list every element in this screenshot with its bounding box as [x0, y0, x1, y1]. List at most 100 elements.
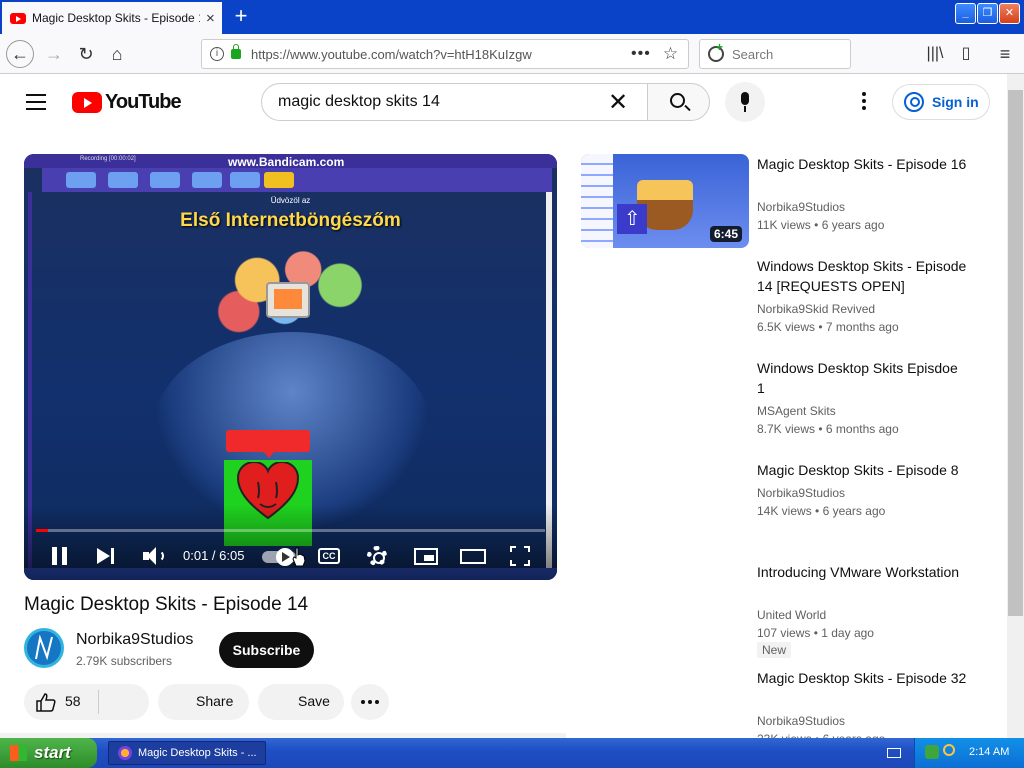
recommendation-views: 8.7K views	[757, 422, 816, 436]
recommendation-channel[interactable]: Norbika9Studios	[757, 714, 845, 728]
sidebar-icon[interactable]: ▯	[952, 40, 980, 68]
video-greeting-text: Üdvözöl az	[270, 196, 311, 205]
recommendation-age: 6 years ago	[821, 218, 885, 232]
windows-logo-icon	[10, 745, 27, 761]
thumbs-up-icon	[36, 693, 56, 712]
video-heading-text: Első Internetböngészőm	[180, 210, 401, 231]
tab-title: Magic Desktop Skits - Episode 14 -	[32, 11, 200, 25]
more-actions-button[interactable]	[351, 684, 389, 720]
recommendation-meta: 14K views • 6 years ago	[757, 504, 886, 518]
recommendation-views: 14K views	[757, 504, 812, 518]
lock-icon	[231, 44, 241, 59]
autoplay-toggle[interactable]	[262, 548, 296, 566]
up-arrow-icon	[617, 204, 647, 234]
youtube-header: YouTube magic desktop skits 14 ✕ Sign in	[0, 74, 1007, 130]
browser-tab-active[interactable]: Magic Desktop Skits - Episode 14 - ×	[2, 2, 222, 34]
video-title: Magic Desktop Skits - Episode 14	[24, 594, 309, 615]
browser-search-input[interactable]: Search	[699, 39, 851, 69]
video-player[interactable]: Recording [00:00:02] www.Bandicam.com Üd…	[24, 154, 557, 580]
search-tray-icon[interactable]	[943, 744, 955, 756]
window-minimize-button[interactable]: _	[955, 3, 976, 24]
recommendation-title[interactable]: Magic Desktop Skits - Episode 32	[757, 668, 967, 688]
home-icon[interactable]: ⌂	[103, 40, 131, 68]
like-button[interactable]: 58	[24, 684, 149, 720]
recommendation-channel[interactable]: Norbika9Skid Revived	[757, 302, 875, 316]
recommendation-channel[interactable]: MSAgent Skits	[757, 404, 836, 418]
network-icon[interactable]	[925, 745, 939, 759]
subtitles-button[interactable]: CC	[318, 548, 340, 564]
start-button[interactable]: start	[0, 738, 97, 768]
sign-in-button[interactable]: Sign in	[892, 84, 990, 120]
recommendation-meta: 107 views • 1 day ago	[757, 626, 874, 640]
page-scroll-thumb[interactable]	[1008, 90, 1023, 616]
bookmark-star-icon[interactable]: ☆	[663, 44, 678, 64]
search-button[interactable]	[647, 83, 710, 121]
search-input[interactable]: magic desktop skits 14 ✕	[261, 83, 648, 121]
window-maximize-button[interactable]: ❐	[977, 3, 998, 24]
channel-avatar[interactable]	[24, 628, 64, 668]
recommendation-title[interactable]: Windows Desktop Skits Episdoe 1	[757, 358, 967, 398]
recommendation-title[interactable]: Magic Desktop Skits - Episode 16	[757, 154, 967, 174]
tab-close-icon[interactable]: ×	[206, 10, 215, 27]
reload-icon[interactable]: ↻	[72, 40, 100, 68]
sign-in-label: Sign in	[932, 94, 979, 110]
site-info-icon[interactable]: i	[210, 47, 224, 61]
start-label: start	[34, 743, 71, 762]
recommendation-meta: 8.7K views • 6 months ago	[757, 422, 899, 436]
search-engine-icon[interactable]	[708, 40, 724, 62]
settings-gear-icon[interactable]	[366, 544, 388, 568]
recommendation-title[interactable]: Windows Desktop Skits - Episode 14 [REQU…	[757, 256, 967, 296]
recommendation-title[interactable]: Magic Desktop Skits - Episode 8	[757, 460, 967, 480]
recommendation-channel[interactable]: Norbika9Studios	[757, 486, 845, 500]
page-actions-icon[interactable]: •••	[631, 45, 651, 63]
subscribe-button[interactable]: Subscribe	[219, 632, 314, 668]
firefox-icon	[118, 746, 132, 760]
browser-tab-strip: Magic Desktop Skits - Episode 14 - × + _…	[0, 0, 1024, 34]
recommendation-channel[interactable]: United World	[757, 608, 826, 622]
recommendation-channel[interactable]: Norbika9Studios	[757, 200, 845, 214]
library-icon[interactable]: |||\	[921, 40, 949, 68]
save-button[interactable]: Save	[258, 684, 344, 720]
system-tray: 2:14 AM	[914, 738, 1024, 768]
new-badge: New	[757, 642, 792, 658]
window-close-button[interactable]: ✕	[999, 3, 1020, 24]
recommendation-age: 7 months ago	[825, 320, 899, 334]
back-arrow-icon[interactable]: ←	[6, 40, 34, 68]
recommendation-views: 6.5K views	[757, 320, 816, 334]
hamburger-menu-icon[interactable]: ≡	[991, 40, 1019, 68]
new-tab-button[interactable]: +	[230, 4, 252, 28]
search-query-text[interactable]: magic desktop skits 14	[278, 93, 608, 111]
channel-name[interactable]: Norbika9Studios	[76, 631, 193, 649]
miniplayer-button[interactable]	[414, 548, 438, 565]
microphone-icon	[741, 92, 749, 112]
thumbnail-icon-grid	[581, 154, 613, 248]
recommendation-views: 11K views	[757, 218, 811, 232]
voice-search-button[interactable]	[725, 82, 765, 122]
theater-mode-button[interactable]	[460, 549, 486, 564]
clear-search-icon[interactable]: ✕	[608, 88, 628, 117]
url-bar[interactable]: i https://www.youtube.com/watch?v=htH18K…	[201, 39, 689, 69]
volume-icon[interactable]	[142, 544, 164, 568]
fullscreen-icon[interactable]	[510, 546, 530, 566]
browser-nav-bar: ← → ↻ ⌂ i https://www.youtube.com/watch?…	[0, 34, 1024, 74]
next-video-button[interactable]	[96, 544, 116, 568]
taskbar-window-button[interactable]: Magic Desktop Skits - ...	[108, 741, 266, 765]
windows-taskbar: start Magic Desktop Skits - ... 2:14 AM	[0, 738, 1024, 768]
recommendation-title[interactable]: Introducing VMware Workstation	[757, 562, 967, 582]
progress-bar[interactable]	[36, 529, 545, 532]
forward-arrow-icon[interactable]: →	[40, 40, 68, 68]
share-label: Share	[196, 693, 234, 709]
share-button[interactable]: Share	[158, 684, 249, 720]
recommendation-views: 107 views	[757, 626, 811, 640]
video-app-toolbar	[42, 168, 552, 192]
keyboard-layout-icon[interactable]	[887, 748, 901, 758]
speech-balloon	[226, 430, 310, 458]
settings-more-icon[interactable]	[858, 92, 870, 112]
pause-button[interactable]	[50, 544, 70, 568]
url-text[interactable]: https://www.youtube.com/watch?v=htH18KuI…	[251, 47, 631, 62]
guide-menu-icon[interactable]	[26, 94, 46, 110]
video-duration-badge: 6:45	[710, 226, 743, 242]
youtube-logo[interactable]: YouTube	[72, 91, 182, 114]
youtube-play-logo-icon	[72, 92, 102, 113]
hand-cursor-icon	[292, 547, 306, 567]
